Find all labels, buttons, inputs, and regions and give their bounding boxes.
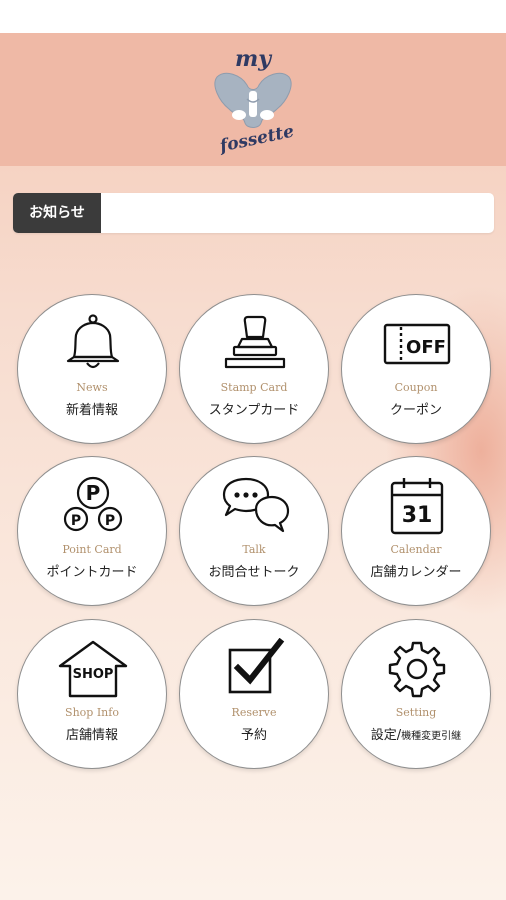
menu-shop-info-jp: 店舗情報: [65, 728, 118, 743]
menu-stamp-card-en: Stamp Card: [220, 381, 288, 394]
menu-stamp-card-button[interactable]: Stamp Card スタンプカード: [179, 294, 329, 444]
menu-talk-en: Talk: [242, 543, 266, 556]
news-ticker[interactable]: お知らせ: [13, 193, 494, 233]
calendar-icon: 31: [390, 478, 444, 535]
menu-news-button[interactable]: News 新着情報: [17, 294, 167, 444]
menu-coupon-en: Coupon: [394, 381, 438, 394]
main-content: お知らせ News 新着情報 Stamp Card スタンプカード OFF Co…: [0, 166, 506, 900]
menu-shop-info-button[interactable]: SHOP Shop Info 店舗情報: [17, 619, 167, 769]
menu-calendar-button[interactable]: 31 Calendar 店舗カレンダー: [341, 456, 491, 606]
news-label: お知らせ: [13, 193, 101, 233]
menu-calendar-en: Calendar: [390, 543, 442, 556]
stamp-icon: [224, 315, 286, 369]
menu-coupon-jp: クーポン: [389, 403, 442, 418]
svg-text:31: 31: [402, 503, 433, 528]
shop-house-icon: SHOP: [58, 640, 128, 698]
app-logo: my fossette: [203, 41, 303, 161]
menu-reserve-jp: 予約: [240, 728, 267, 743]
menu-reserve-button[interactable]: Reserve 予約: [179, 619, 329, 769]
menu-talk-button[interactable]: Talk お問合せトーク: [179, 456, 329, 606]
menu-stamp-card-jp: スタンプカード: [208, 403, 300, 418]
bell-icon: [66, 314, 120, 369]
gear-icon: [388, 641, 446, 698]
menu-point-card-button[interactable]: P P P Point Card ポイントカード: [17, 456, 167, 606]
logo-text-top: my: [234, 46, 272, 72]
coupon-off-icon: OFF: [383, 323, 451, 365]
menu-coupon-button[interactable]: OFF Coupon クーポン: [341, 294, 491, 444]
app-header: my fossette: [0, 33, 506, 166]
menu-news-jp: 新着情報: [65, 403, 118, 418]
checkbox-icon: [228, 638, 285, 694]
menu-setting-jp: 設定/機種変更引継: [370, 728, 462, 743]
menu-reserve-en: Reserve: [231, 706, 277, 719]
menu-shop-info-en: Shop Info: [65, 706, 119, 719]
svg-text:OFF: OFF: [406, 337, 446, 358]
point-coins-icon: P P P: [63, 476, 123, 532]
svg-text:P: P: [86, 481, 101, 505]
menu-calendar-jp: 店舗カレンダー: [370, 565, 462, 580]
menu-setting-en: Setting: [395, 706, 437, 719]
chat-bubbles-icon: [222, 477, 290, 533]
menu-point-card-jp: ポイントカード: [46, 565, 138, 580]
menu-talk-jp: お問合せトーク: [208, 565, 300, 580]
menu-point-card-en: Point Card: [62, 543, 122, 556]
status-bar-area: [0, 0, 506, 33]
svg-text:P: P: [105, 513, 115, 529]
menu-news-en: News: [76, 381, 108, 394]
svg-text:SHOP: SHOP: [73, 667, 114, 682]
menu-setting-button[interactable]: Setting 設定/機種変更引継: [341, 619, 491, 769]
svg-text:P: P: [71, 513, 81, 529]
